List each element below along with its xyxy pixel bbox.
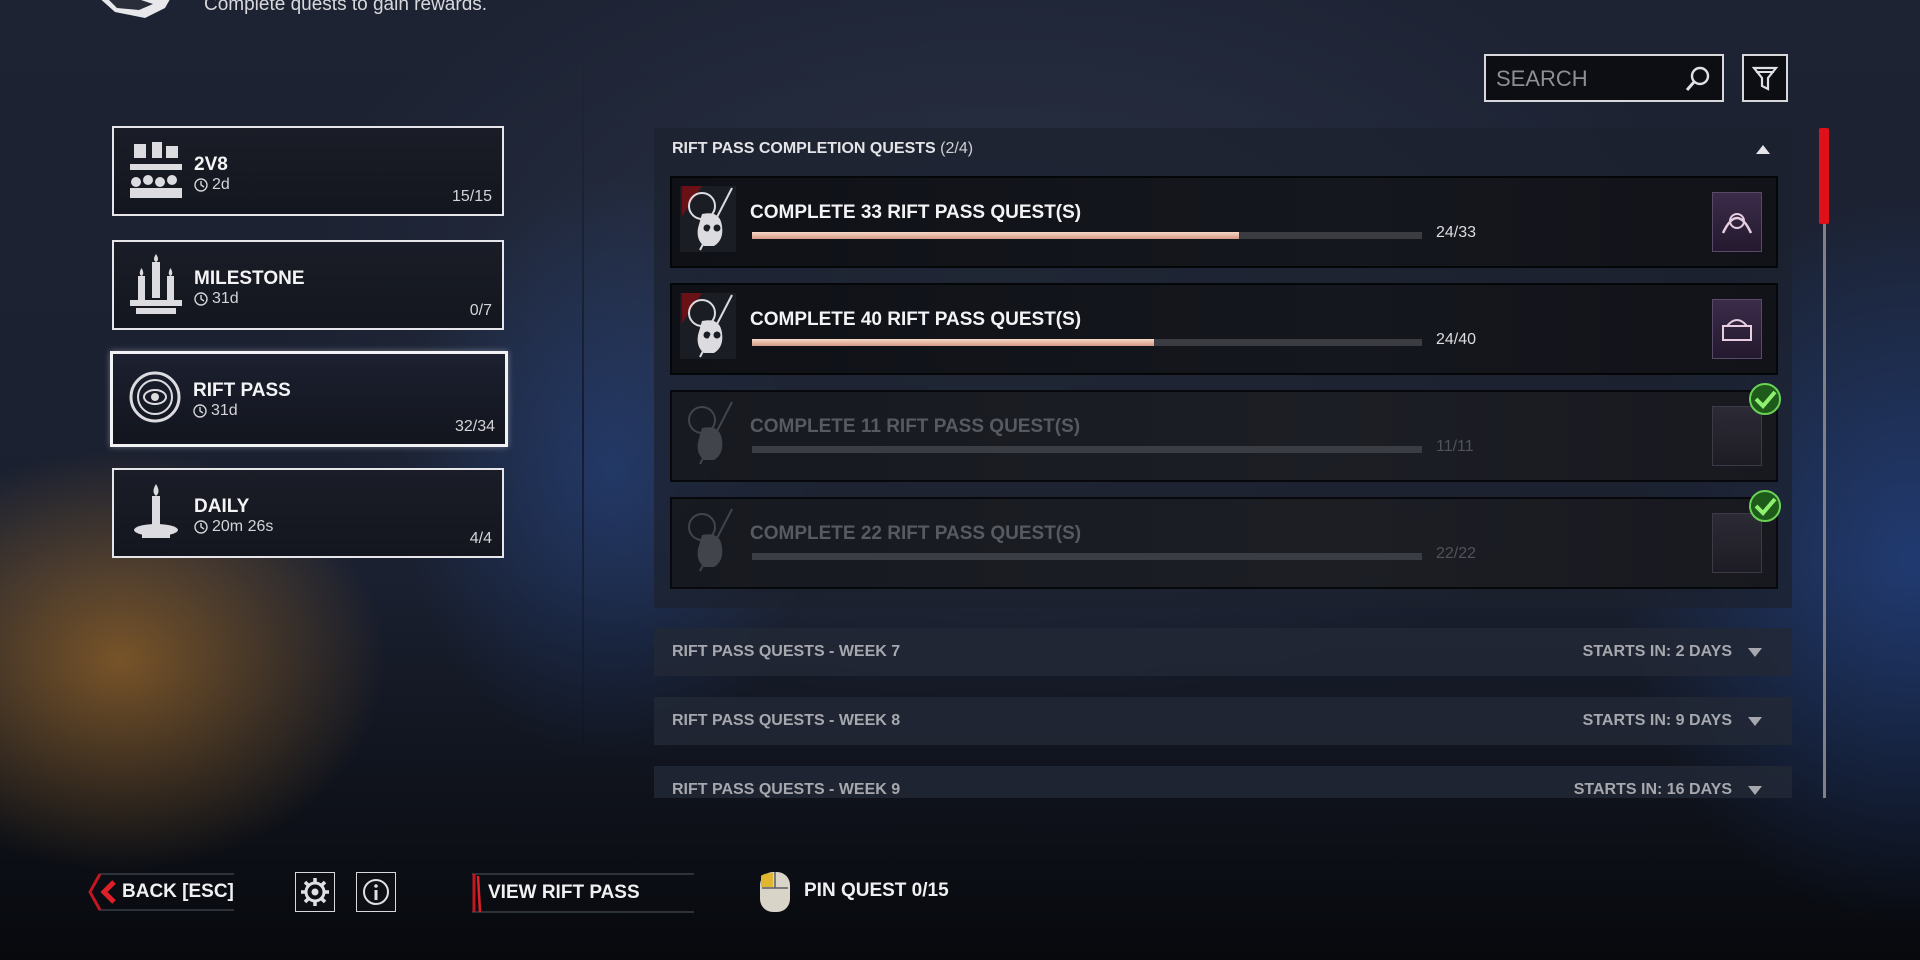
skull-quest-icon [680, 293, 736, 359]
quest-progress-fill [752, 232, 1240, 239]
panel-divider [582, 50, 584, 810]
skull-quest-icon [688, 401, 733, 465]
reward-charm-icon [1721, 213, 1753, 234]
candle-icon [134, 484, 178, 538]
completed-check-icon [1749, 490, 1781, 522]
info-button[interactable] [356, 872, 396, 912]
quest-row-completed[interactable]: COMPLETE 22 RIFT PASS QUEST(S) 22/22 [670, 497, 1778, 589]
quest-title: COMPLETE 33 RIFT PASS QUEST(S) [750, 202, 1082, 223]
settings-button[interactable] [295, 872, 335, 912]
horde-icon [130, 142, 182, 198]
reward-charm-icon [1722, 319, 1752, 341]
quest-reward-thumbnail[interactable] [1712, 192, 1762, 252]
section-count: (2/4) [940, 140, 974, 157]
week-starts-in: STARTS IN: 16 DAYS [1573, 781, 1732, 798]
quest-progress-bar [752, 339, 1422, 346]
quest-progress-text: 22/22 [1436, 545, 1477, 562]
view-rift-pass-button[interactable]: VIEW RIFT PASS [470, 872, 696, 914]
gear-icon [301, 878, 329, 906]
view-rift-pass-label: VIEW RIFT PASS [488, 882, 640, 903]
filter-icon [1751, 66, 1779, 91]
quest-title: COMPLETE 40 RIFT PASS QUEST(S) [750, 309, 1082, 330]
search-box[interactable] [1484, 54, 1724, 102]
candles-icon [130, 254, 182, 314]
category-count: 15/15 [451, 188, 492, 205]
week-starts-in: STARTS IN: 2 DAYS [1582, 643, 1732, 660]
skull-quest-icon [680, 186, 736, 252]
quest-reward-thumbnail[interactable] [1712, 299, 1762, 359]
clock-icon [194, 178, 208, 192]
category-count: 32/34 [454, 418, 495, 435]
quest-row-completed[interactable]: COMPLETE 11 RIFT PASS QUEST(S) 11/11 [670, 390, 1778, 482]
category-count: 4/4 [469, 530, 492, 547]
quest-progress-fill [752, 339, 1154, 346]
week-section-row[interactable]: RIFT PASS QUESTS - WEEK 8 STARTS IN: 9 D… [654, 697, 1792, 745]
quest-progress-bar [752, 446, 1422, 453]
section-header[interactable]: RIFT PASS COMPLETION QUESTS (2/4) [672, 140, 973, 158]
mouse-icon [760, 872, 790, 912]
category-time: 20m 26s [212, 518, 274, 535]
quest-row[interactable]: COMPLETE 40 RIFT PASS QUEST(S) 24/40 [670, 283, 1778, 375]
collapse-section-icon[interactable] [1756, 145, 1770, 154]
week-section-row[interactable]: RIFT PASS QUESTS - WEEK 7 STARTS IN: 2 D… [654, 628, 1792, 676]
week-title: RIFT PASS QUESTS - WEEK 8 [672, 712, 901, 729]
clock-icon [193, 404, 207, 418]
category-card-rift-pass[interactable]: RIFT PASS 31d 32/34 [110, 351, 508, 447]
category-title: RIFT PASS [193, 380, 291, 401]
quest-progress-fill [752, 446, 1422, 453]
quest-title: COMPLETE 11 RIFT PASS QUEST(S) [750, 416, 1081, 437]
scrollbar-thumb[interactable] [1819, 128, 1829, 224]
search-icon[interactable] [1684, 65, 1712, 93]
quests-emblem-icon [101, 0, 170, 18]
pin-quest-label: PIN QUEST 0/15 [804, 880, 949, 901]
page-subtitle: Complete quests to gain rewards. [204, 0, 488, 15]
section-title: RIFT PASS COMPLETION QUESTS [672, 140, 936, 157]
week-starts-in: STARTS IN: 9 DAYS [1582, 712, 1732, 729]
quest-progress-bar [752, 553, 1422, 560]
week-section-row[interactable]: RIFT PASS QUESTS - WEEK 9 STARTS IN: 16 … [654, 766, 1792, 798]
expand-chevron-icon[interactable] [1748, 786, 1762, 795]
search-input[interactable] [1494, 62, 1678, 96]
expand-chevron-icon[interactable] [1748, 648, 1762, 657]
quest-progress-fill [752, 553, 1422, 560]
back-button[interactable]: BACK [ESC] [88, 872, 236, 912]
category-time: 31d [211, 402, 238, 419]
skull-quest-icon [688, 508, 733, 572]
rift-eye-icon [129, 371, 181, 423]
category-time: 2d [212, 176, 230, 193]
filter-button[interactable] [1742, 54, 1788, 102]
quest-progress-text: 11/11 [1436, 438, 1474, 455]
clock-icon [194, 520, 208, 534]
quest-progress-text: 24/33 [1436, 224, 1477, 241]
category-card-daily[interactable]: DAILY 20m 26s 4/4 [112, 468, 504, 558]
info-icon [363, 879, 389, 905]
category-title: 2V8 [194, 154, 228, 175]
completed-check-icon [1749, 383, 1781, 415]
category-count: 0/7 [469, 302, 492, 319]
quest-progress-text: 24/40 [1436, 331, 1477, 348]
category-card-2v8[interactable]: 2V8 2d 15/15 [112, 126, 504, 216]
category-title: MILESTONE [194, 268, 305, 289]
week-title: RIFT PASS QUESTS - WEEK 9 [672, 781, 901, 798]
quest-progress-bar [752, 232, 1422, 239]
category-time: 31d [212, 290, 239, 307]
back-label: BACK [ESC] [122, 881, 234, 902]
week-title: RIFT PASS QUESTS - WEEK 7 [672, 643, 901, 660]
expand-chevron-icon[interactable] [1748, 717, 1762, 726]
quest-row[interactable]: COMPLETE 33 RIFT PASS QUEST(S) 24/33 [670, 176, 1778, 268]
scrollbar-track[interactable] [1823, 128, 1826, 798]
category-card-milestone[interactable]: MILESTONE 31d 0/7 [112, 240, 504, 330]
quest-title: COMPLETE 22 RIFT PASS QUEST(S) [750, 523, 1082, 544]
category-title: DAILY [194, 496, 250, 517]
clock-icon [194, 292, 208, 306]
